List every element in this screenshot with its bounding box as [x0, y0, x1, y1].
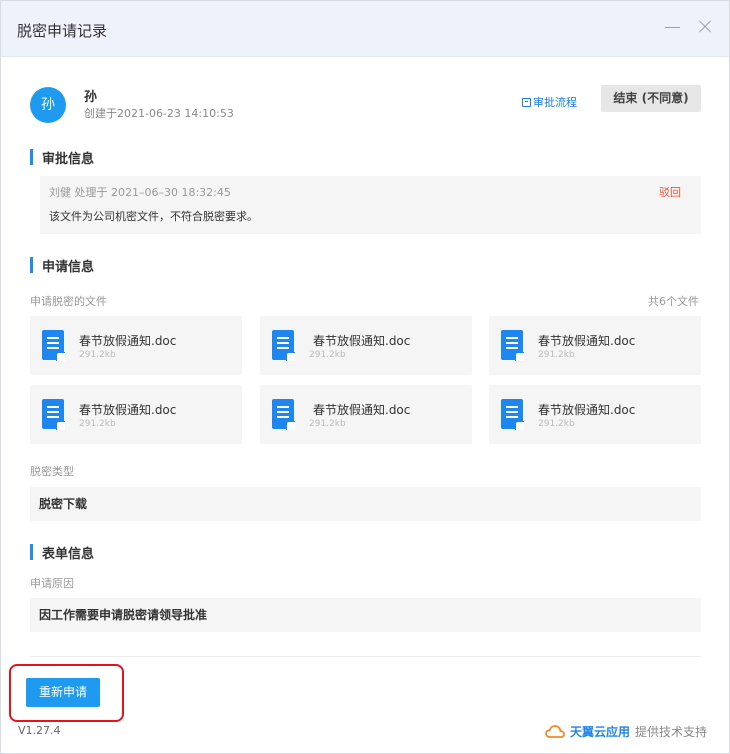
document-icon: [272, 399, 295, 430]
brand-subtitle: 提供技术支持: [634, 725, 707, 739]
document-icon: [42, 330, 65, 361]
cloud-icon: [545, 725, 565, 738]
document-icon: [42, 399, 65, 430]
files-label: 申请脱密的文件: [30, 295, 107, 308]
approval-comment: 该文件为公司机密文件，不符合脱密要求。: [49, 210, 258, 223]
approval-flow-label: 审批流程: [533, 96, 577, 109]
file-card[interactable]: 春节放假通知.doc 291.2kb: [30, 385, 242, 444]
reapply-button[interactable]: 重新申请: [26, 678, 100, 707]
file-name: 春节放假通知.doc: [538, 403, 636, 417]
title-bar: 脱密申请记录: [1, 1, 729, 57]
reason-label: 申请原因: [30, 577, 74, 590]
file-size: 291.2kb: [538, 419, 575, 429]
approval-flow-link[interactable]: 审批流程: [522, 94, 577, 110]
type-value: 脱密下载: [30, 487, 701, 521]
file-name: 春节放假通知.doc: [313, 403, 411, 417]
flow-icon: [522, 97, 531, 107]
type-label: 脱密类型: [30, 465, 74, 478]
file-card[interactable]: 春节放假通知.doc 291.2kb: [260, 385, 472, 444]
reason-value: 因工作需要申请脱密请领导批准: [30, 598, 701, 632]
file-size: 291.2kb: [309, 350, 346, 360]
minimize-icon: [665, 27, 680, 28]
document-icon: [501, 399, 524, 430]
close-icon[interactable]: [693, 15, 717, 39]
file-name: 春节放假通知.doc: [538, 334, 636, 348]
minimize-button[interactable]: [657, 15, 687, 39]
end-disagree-button[interactable]: 结束 (不同意): [601, 85, 701, 112]
requester-name: 孙: [84, 90, 98, 105]
file-name: 春节放假通知.doc: [313, 334, 411, 348]
file-size: 291.2kb: [79, 350, 116, 360]
status-badge: 驳回: [659, 186, 681, 199]
created-time: 创建于2021-06-23 14:10:53: [84, 107, 234, 120]
files-count: 共6个文件: [648, 295, 699, 308]
file-size: 291.2kb: [309, 419, 346, 429]
brand-name: 天翼云应用: [569, 725, 630, 739]
window-title: 脱密申请记录: [17, 22, 108, 40]
file-card[interactable]: 春节放假通知.doc 291.2kb: [489, 385, 701, 444]
file-size: 291.2kb: [79, 419, 116, 429]
form-section-title: 表单信息: [30, 543, 94, 562]
file-card[interactable]: 春节放假通知.doc 291.2kb: [30, 316, 242, 375]
file-name: 春节放假通知.doc: [79, 334, 177, 348]
approval-meta: 刘健 处理于 2021–06–30 18:32:45: [49, 186, 231, 199]
dialog-window: 脱密申请记录 孙 孙 创建于2021-06-23 14:10:53 审批流程 结…: [0, 0, 730, 754]
approval-record: 刘健 处理于 2021–06–30 18:32:45 驳回 该文件为公司机密文件…: [40, 176, 701, 234]
file-card[interactable]: 春节放假通知.doc 291.2kb: [260, 316, 472, 375]
approval-section-title: 审批信息: [30, 148, 94, 167]
file-size: 291.2kb: [538, 350, 575, 360]
application-section-title: 申请信息: [30, 256, 94, 275]
version-text: V1.27.4: [18, 724, 61, 737]
document-icon: [272, 330, 295, 361]
brand-credit: 天翼云应用 提供技术支持: [545, 723, 707, 740]
avatar: 孙: [30, 87, 66, 123]
divider: [30, 656, 701, 657]
document-icon: [501, 330, 524, 361]
file-card[interactable]: 春节放假通知.doc 291.2kb: [489, 316, 701, 375]
file-name: 春节放假通知.doc: [79, 403, 177, 417]
